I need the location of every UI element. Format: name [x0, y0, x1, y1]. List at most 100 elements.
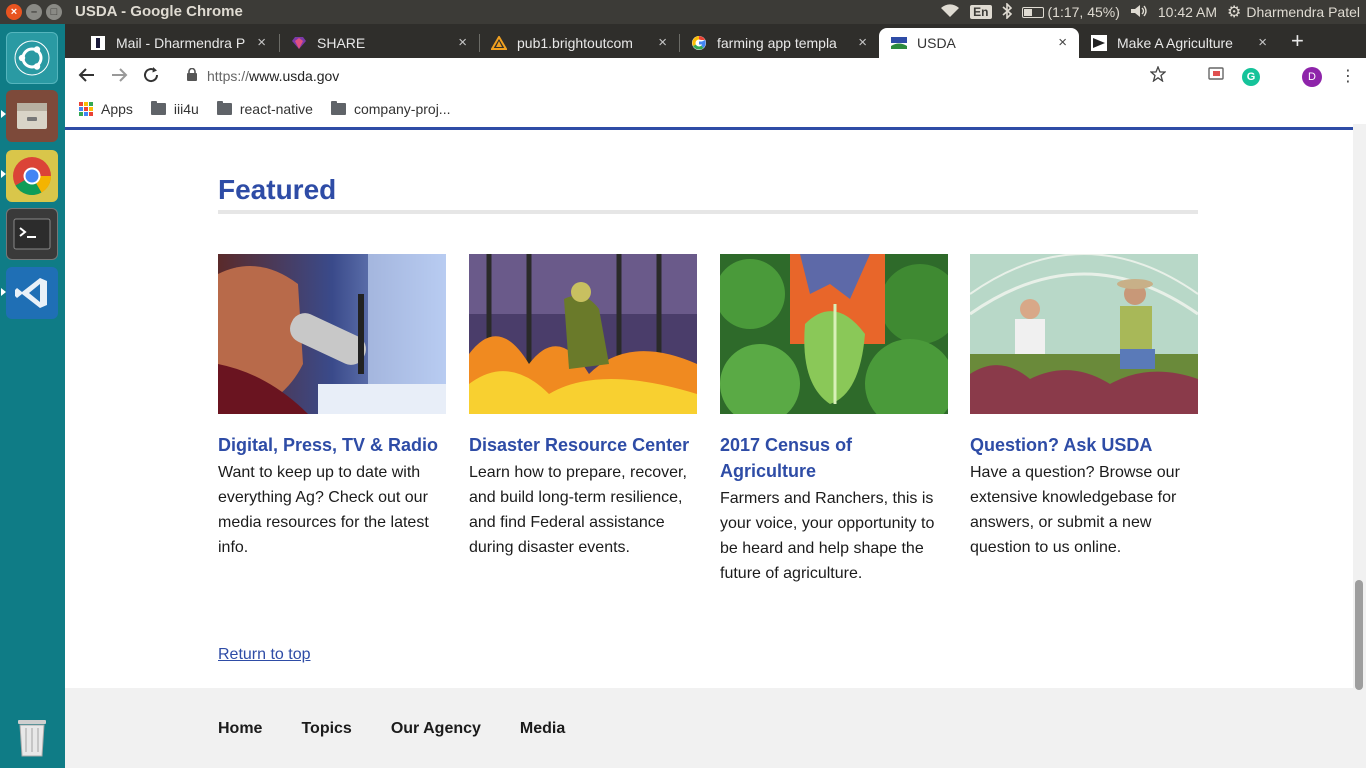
close-icon[interactable]: ×	[658, 34, 667, 51]
terminal-icon[interactable]	[6, 208, 58, 260]
page-scrollbar[interactable]	[1353, 124, 1366, 768]
profile-avatar[interactable]: D	[1302, 66, 1322, 87]
footer-link-media[interactable]: Media	[520, 720, 565, 738]
page-viewport: Featured Digital, Press, TV & Radio Want…	[65, 124, 1366, 768]
close-icon[interactable]: ×	[458, 34, 467, 51]
grammarly-icon[interactable]: G	[1242, 67, 1260, 86]
battery-text: (1:17, 45%)	[1047, 4, 1120, 20]
new-tab-button[interactable]: +	[1291, 30, 1304, 52]
bookmark-react-native[interactable]: react-native	[216, 101, 313, 117]
footer-link-home[interactable]: Home	[218, 720, 262, 738]
forward-button[interactable]	[109, 66, 129, 86]
pub-icon	[491, 35, 507, 51]
tab-pub1[interactable]: pub1.brightoutcom ×	[479, 28, 679, 58]
bookmark-label: company-proj...	[353, 101, 451, 117]
bookmark-label: react-native	[239, 101, 313, 117]
back-button[interactable]	[77, 66, 97, 86]
return-to-top-link[interactable]: Return to top	[218, 646, 311, 664]
system-top-panel: × – □ USDA - Google Chrome En (1:17, 45%…	[0, 0, 1366, 24]
google-icon	[691, 35, 707, 51]
window-close-button[interactable]: ×	[6, 4, 22, 20]
battery-indicator[interactable]: (1:17, 45%)	[1021, 4, 1120, 20]
wifi-icon[interactable]	[940, 3, 960, 21]
featured-divider	[218, 210, 1198, 214]
tab-farming[interactable]: farming app templa ×	[679, 28, 879, 58]
window-maximize-button[interactable]: □	[46, 4, 62, 20]
card-description: Farmers and Ranchers, this is your voice…	[720, 490, 935, 582]
ubuntu-dash-icon[interactable]	[6, 32, 58, 84]
site-footer: Home Topics Our Agency Media	[65, 688, 1353, 768]
featured-card-disaster: Disaster Resource Center Learn how to pr…	[469, 254, 697, 560]
user-name: Dharmendra Patel	[1246, 4, 1360, 20]
trash-icon[interactable]	[6, 710, 58, 762]
tab-label: Make A Agriculture	[1117, 35, 1233, 51]
toolbar-actions: G D ⋮	[1149, 65, 1356, 87]
bluetooth-icon[interactable]	[1001, 1, 1012, 22]
card-title[interactable]: 2017 Census of Agriculture	[720, 432, 948, 484]
mail-icon	[90, 35, 106, 51]
scrollbar-thumb[interactable]	[1355, 580, 1363, 690]
share-icon	[291, 35, 307, 51]
usda-icon	[891, 35, 907, 51]
greenhouse-image[interactable]	[970, 254, 1198, 414]
agri-icon	[1091, 35, 1107, 51]
bookmarks-bar: Apps iii4u react-native company-proj...	[65, 94, 1366, 124]
window-title: USDA - Google Chrome	[75, 3, 243, 20]
keyboard-layout-indicator[interactable]: En	[970, 5, 992, 19]
featured-card-media: Digital, Press, TV & Radio Want to keep …	[218, 254, 446, 560]
tab-label: farming app templa	[717, 35, 837, 51]
unity-launcher	[0, 24, 65, 768]
tab-share[interactable]: SHARE ×	[279, 28, 479, 58]
browser-toolbar: https://www.usda.gov G D ⋮	[65, 58, 1366, 94]
footer-nav: Home Topics Our Agency Media	[218, 720, 565, 738]
media-radio-image[interactable]	[218, 254, 446, 414]
wildfire-image[interactable]	[469, 254, 697, 414]
bookmark-company-proj[interactable]: company-proj...	[330, 101, 451, 117]
close-icon[interactable]: ×	[858, 34, 867, 51]
footer-link-our-agency[interactable]: Our Agency	[391, 720, 481, 738]
gear-icon: ⚙	[1227, 4, 1242, 21]
bookmark-apps[interactable]: Apps	[79, 101, 133, 117]
cast-icon[interactable]	[1208, 67, 1224, 86]
folder-icon	[150, 101, 166, 115]
header-rule	[65, 127, 1353, 130]
tab-label: Mail - Dharmendra P	[116, 35, 246, 51]
featured-card-census: 2017 Census of Agriculture Farmers and R…	[720, 254, 948, 586]
card-title[interactable]: Question? Ask USDA	[970, 432, 1198, 458]
tab-make-agriculture[interactable]: Make A Agriculture ×	[1079, 28, 1279, 58]
address-bar[interactable]: https://www.usda.gov	[173, 62, 1221, 90]
folder-icon	[330, 101, 346, 115]
footer-link-topics[interactable]: Topics	[301, 720, 351, 738]
tab-label: SHARE	[317, 35, 366, 51]
volume-icon[interactable]	[1130, 4, 1148, 21]
folder-icon	[216, 101, 232, 115]
reload-button[interactable]	[141, 66, 161, 86]
close-icon[interactable]: ×	[1058, 34, 1067, 51]
tab-mail[interactable]: Mail - Dharmendra P ×	[78, 28, 278, 58]
window-minimize-button[interactable]: –	[26, 4, 42, 20]
lock-icon[interactable]	[187, 67, 197, 84]
close-icon[interactable]: ×	[257, 34, 266, 51]
card-description: Have a question? Browse our extensive kn…	[970, 464, 1180, 556]
farmer-greens-image[interactable]	[720, 254, 948, 414]
tab-usda[interactable]: USDA ×	[879, 28, 1079, 58]
bookmark-star-icon[interactable]	[1149, 65, 1167, 87]
chrome-icon[interactable]	[6, 150, 58, 202]
featured-heading: Featured	[218, 174, 337, 205]
menu-kebab-icon[interactable]: ⋮	[1340, 68, 1356, 85]
browser-tab-strip: Mail - Dharmendra P × SHARE × pub1.brigh…	[65, 24, 1366, 58]
files-icon[interactable]	[6, 90, 58, 142]
tab-label: USDA	[917, 35, 956, 51]
bookmark-iii4u[interactable]: iii4u	[150, 101, 199, 117]
close-icon[interactable]: ×	[1258, 34, 1267, 51]
session-menu[interactable]: ⚙ Dharmendra Patel	[1227, 2, 1360, 22]
card-title[interactable]: Digital, Press, TV & Radio	[218, 432, 446, 458]
vscode-icon[interactable]	[6, 267, 58, 319]
bookmark-label: Apps	[101, 101, 133, 117]
card-description: Learn how to prepare, recover, and build…	[469, 464, 687, 556]
window-controls: × – □	[6, 4, 62, 20]
card-title[interactable]: Disaster Resource Center	[469, 432, 697, 458]
system-indicators: En (1:17, 45%) 10:42 AM ⚙ Dharmendra Pat…	[940, 0, 1366, 24]
featured-card-ask-usda: Question? Ask USDA Have a question? Brow…	[970, 254, 1198, 560]
clock[interactable]: 10:42 AM	[1158, 4, 1217, 20]
